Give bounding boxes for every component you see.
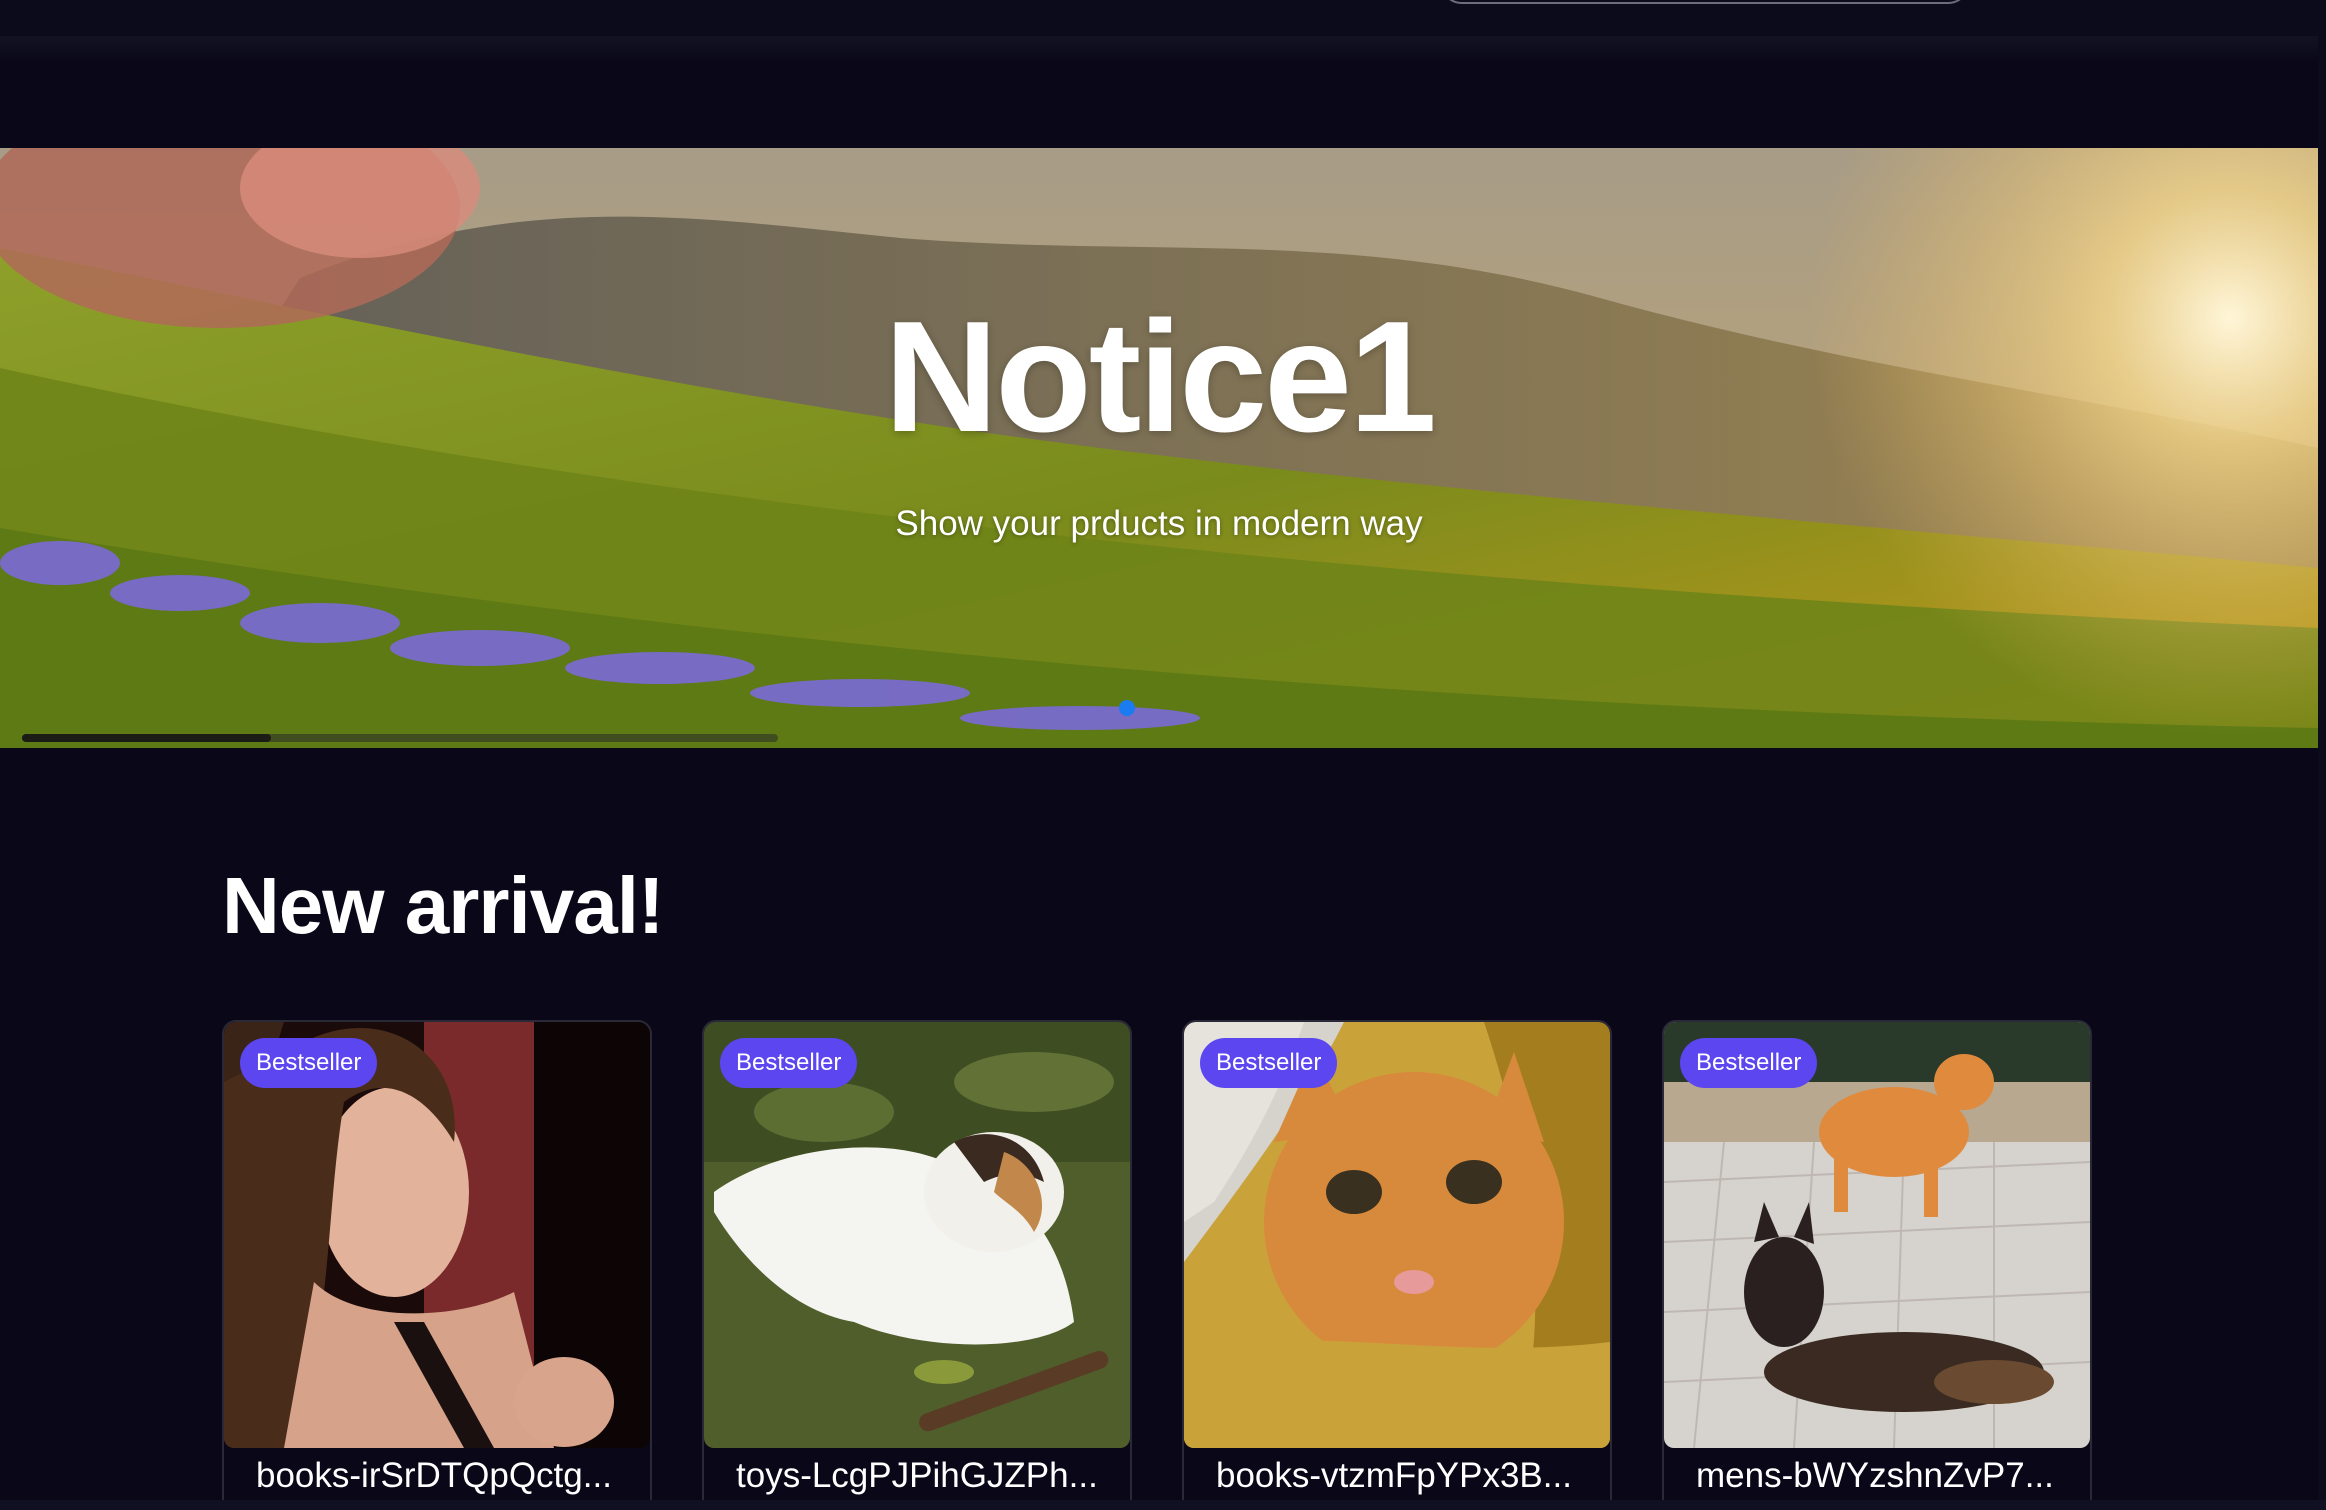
search-input[interactable] — [1440, 0, 1970, 4]
window-bottom-edge — [0, 1500, 2326, 1510]
product-name[interactable]: toys-LcgPJPihGJZPh... — [736, 1456, 1116, 1496]
nav-shadow — [0, 36, 2318, 62]
product-name[interactable]: books-irSrDTQpQctg... — [256, 1456, 636, 1496]
product-name[interactable]: mens-bWYzshnZvP7... — [1696, 1456, 2076, 1496]
scrollbar[interactable] — [2318, 0, 2326, 1510]
bestseller-badge: Bestseller — [1200, 1038, 1338, 1088]
carousel-progress-fill — [22, 734, 272, 742]
new-arrival-heading: New arrival! — [222, 861, 665, 950]
product-card[interactable]: Bestseller books-vtzmFpYPx3B... — [1182, 1020, 1612, 1510]
page: Notice1 Show your prducts in modern way … — [0, 0, 2326, 1510]
hero-carousel[interactable]: Notice1 Show your prducts in modern way — [0, 148, 2318, 748]
product-name[interactable]: books-vtzmFpYPx3B... — [1216, 1456, 1596, 1496]
product-card[interactable]: Bestseller mens-bWYzshnZvP7... — [1662, 1020, 2092, 1510]
top-nav-bar — [0, 0, 2318, 36]
carousel-progress-bar — [22, 734, 778, 742]
product-card[interactable]: Bestseller books-irSrDTQpQctg... — [222, 1020, 652, 1510]
bestseller-badge: Bestseller — [1680, 1038, 1818, 1088]
product-card[interactable]: Bestseller toys-LcgPJPihGJZPh... — [702, 1020, 1132, 1510]
hero-title: Notice1 — [884, 289, 1437, 465]
bestseller-badge: Bestseller — [720, 1038, 858, 1088]
hero-subtitle: Show your prducts in modern way — [895, 504, 1423, 543]
carousel-dot-active[interactable] — [1119, 700, 1135, 716]
bestseller-badge: Bestseller — [240, 1038, 378, 1088]
